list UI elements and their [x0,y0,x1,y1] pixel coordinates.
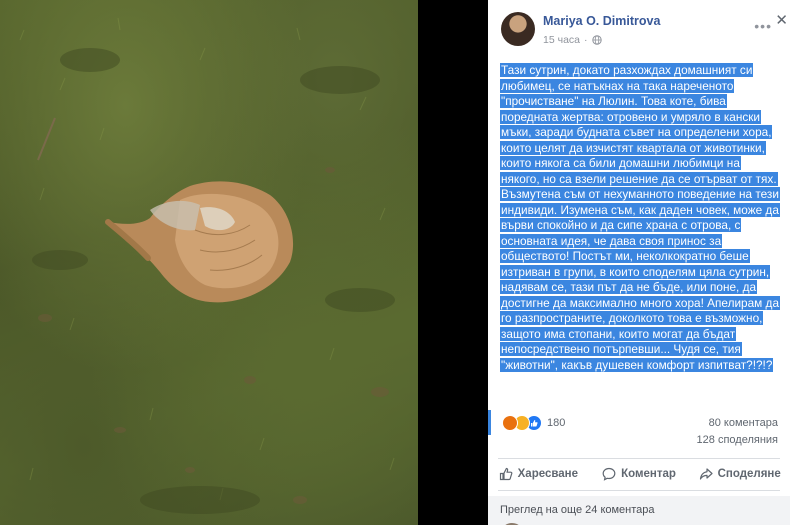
divider [498,458,780,459]
cat-figure [105,181,294,303]
action-bar: Харесване Коментар Споделяне [488,460,790,488]
share-button[interactable]: Споделяне [689,460,790,488]
share-count[interactable]: 128 споделяния [697,434,778,446]
post-header: Mariya O. Dimitrova 15 часа · ••• ✕ [488,0,790,60]
reactions-summary[interactable]: 180 [502,415,565,431]
divider [498,490,780,491]
author-name[interactable]: Mariya O. Dimitrova [543,14,660,28]
like-button-label: Харесване [517,468,579,480]
more-comments-section: Преглед на още 24 коментара [488,496,790,525]
comment-button[interactable]: Коментар [589,460,690,488]
share-button-label: Споделяне [717,468,781,480]
more-icon[interactable]: ••• [754,18,772,34]
post-meta: 15 часа · [543,34,602,46]
comment-count[interactable]: 80 коментара [709,417,778,429]
post-text-content: Тази сутрин, докато разхождах домашният … [500,63,780,372]
close-icon[interactable]: ✕ [775,11,788,29]
post-panel: Mariya O. Dimitrova 15 часа · ••• ✕ Тази… [488,0,790,525]
author-avatar[interactable] [501,12,535,46]
comment-button-label: Коментар [621,468,676,480]
globe-icon [591,35,602,45]
post-time[interactable]: 15 часа [543,34,580,46]
share-icon [699,468,713,480]
viewer-backdrop [418,0,488,525]
like-button[interactable]: Харесване [488,460,589,488]
post-text: Тази сутрин, докато разхождах домашният … [500,63,780,373]
post-photo[interactable] [0,0,418,525]
thumbs-up-icon [499,467,513,481]
selection-indicator [488,410,491,435]
reaction-count: 180 [547,417,566,429]
angry-reaction-icon [502,415,518,431]
photo-image [19,17,395,514]
comment-icon [602,467,616,481]
more-comments-link[interactable]: Преглед на още 24 коментара [500,504,655,516]
